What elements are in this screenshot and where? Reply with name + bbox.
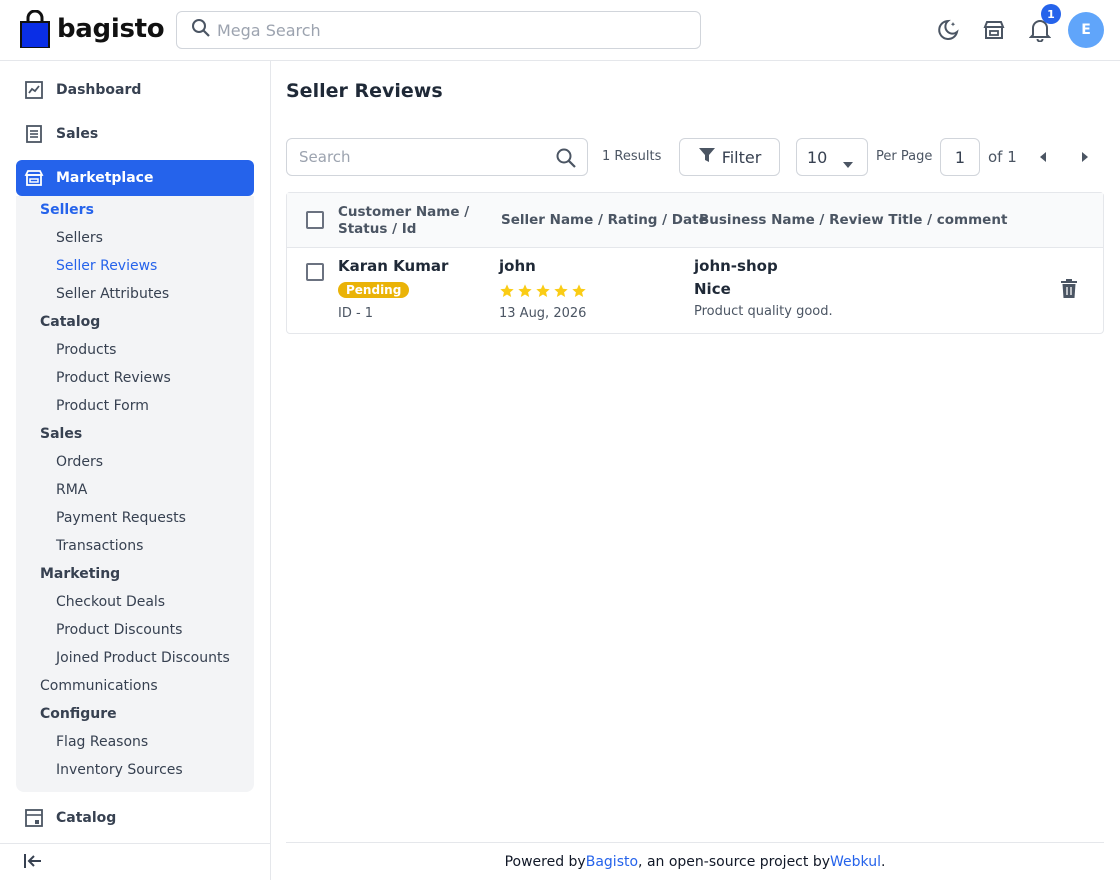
delete-icon[interactable] — [1059, 278, 1079, 300]
caret-down-icon — [843, 154, 853, 173]
review-id: ID - 1 — [338, 306, 374, 321]
row-checkbox[interactable] — [306, 263, 324, 281]
collapse-sidebar-icon[interactable] — [22, 850, 44, 872]
star-icon — [554, 284, 568, 297]
sidebar-item-dashboard[interactable]: Dashboard — [16, 72, 254, 108]
bagisto-link[interactable]: Bagisto — [586, 854, 638, 870]
customer-name: Karan Kumar — [338, 257, 449, 275]
shopping-bag-icon — [20, 9, 50, 49]
notification-badge: 1 — [1041, 4, 1061, 24]
submenu-item-product-form[interactable]: Product Form — [56, 398, 149, 414]
dark-mode-icon[interactable] — [935, 17, 961, 43]
submenu-item-checkout-deals[interactable]: Checkout Deals — [56, 594, 165, 610]
submenu-item-seller-attributes[interactable]: Seller Attributes — [56, 286, 169, 302]
star-icon — [572, 284, 586, 297]
submenu-item-product-discounts[interactable]: Product Discounts — [56, 622, 182, 638]
submenu-item-communications[interactable]: Communications — [40, 678, 158, 694]
review-date: 13 Aug, 2026 — [499, 306, 587, 321]
filter-icon — [698, 146, 716, 168]
search-input[interactable] — [299, 148, 549, 166]
dashboard-icon — [24, 80, 44, 100]
marketplace-icon — [24, 168, 44, 188]
submenu-item-orders[interactable]: Orders — [56, 454, 103, 470]
star-icon — [500, 284, 514, 297]
review-comment: Product quality good. — [694, 304, 833, 319]
column-header-business[interactable]: Business Name / Review Title / comment — [699, 212, 1007, 229]
footer-suffix: . — [880, 853, 886, 870]
sidebar-item-sales[interactable]: Sales — [16, 116, 254, 152]
submenu-item-rma[interactable]: RMA — [56, 482, 87, 498]
store-icon[interactable] — [981, 17, 1007, 43]
datagrid-header: Customer Name / Status / Id Seller Name … — [287, 193, 1103, 248]
webkul-link[interactable]: Webkul — [830, 854, 881, 870]
sidebar: Dashboard Sales Marketplace Sellers Sell… — [0, 61, 271, 880]
mega-search[interactable] — [176, 11, 701, 49]
submenu-item-inventory-sources[interactable]: Inventory Sources — [56, 762, 183, 778]
business-name: john-shop — [694, 257, 778, 275]
footer: Powered by Bagisto , an open-source proj… — [286, 842, 1104, 880]
column-header-customer[interactable]: Customer Name / Status / Id — [338, 204, 469, 238]
prev-page-icon[interactable] — [1034, 148, 1052, 166]
sidebar-divider — [0, 843, 270, 844]
top-header: bagisto 1 E — [0, 0, 1120, 61]
column-header-seller[interactable]: Seller Name / Rating / Date — [501, 212, 708, 229]
datagrid-search[interactable] — [286, 138, 588, 176]
page-number-input[interactable] — [940, 138, 980, 176]
submenu-group-catalog[interactable]: Catalog — [40, 314, 100, 330]
submenu-item-payment-requests[interactable]: Payment Requests — [56, 510, 186, 526]
results-count: 1 Results — [602, 149, 662, 164]
column-header-customer-line2: Status / Id — [338, 221, 417, 237]
search-icon — [191, 18, 211, 42]
reviews-datagrid: Customer Name / Status / Id Seller Name … — [286, 192, 1104, 334]
star-icon — [536, 284, 550, 297]
submenu-item-flag-reasons[interactable]: Flag Reasons — [56, 734, 148, 750]
review-title: Nice — [694, 280, 731, 298]
mega-search-input[interactable] — [217, 20, 677, 40]
footer-prefix: Powered by — [504, 853, 586, 870]
seller-name: john — [499, 257, 536, 275]
submenu-group-configure[interactable]: Configure — [40, 706, 117, 722]
sidebar-item-catalog[interactable]: Catalog — [16, 800, 254, 836]
sidebar-item-label: Marketplace — [56, 170, 154, 186]
logo[interactable]: bagisto — [20, 9, 165, 49]
filter-button[interactable]: Filter — [679, 138, 780, 176]
star-icon — [518, 284, 532, 297]
submenu-item-product-reviews[interactable]: Product Reviews — [56, 370, 171, 386]
page-title: Seller Reviews — [286, 80, 443, 102]
logo-text: bagisto — [57, 14, 165, 44]
footer-middle: , an open-source project by — [638, 853, 830, 870]
sidebar-item-label: Dashboard — [56, 82, 142, 98]
page-total-label: of 1 — [988, 148, 1017, 166]
search-icon[interactable] — [555, 147, 577, 173]
submenu-item-seller-reviews[interactable]: Seller Reviews — [56, 258, 157, 274]
avatar[interactable]: E — [1068, 12, 1104, 48]
per-page-value: 10 — [807, 147, 828, 167]
sidebar-item-label: Catalog — [56, 810, 117, 826]
submenu-group-sellers[interactable]: Sellers — [40, 202, 94, 218]
sidebar-item-marketplace[interactable]: Marketplace — [16, 160, 254, 196]
status-badge: Pending — [338, 282, 410, 298]
receipt-icon — [24, 124, 44, 144]
per-page-select[interactable]: 10 — [796, 138, 868, 176]
filter-label: Filter — [721, 147, 762, 167]
submenu-group-marketing[interactable]: Marketing — [40, 566, 120, 582]
column-header-customer-line1: Customer Name / — [338, 204, 470, 220]
sidebar-item-label: Sales — [56, 126, 99, 142]
submenu-item-sellers[interactable]: Sellers — [56, 230, 103, 246]
submenu-item-joined-product-discounts[interactable]: Joined Product Discounts — [56, 650, 230, 666]
per-page-label: Per Page — [876, 149, 933, 164]
next-page-icon[interactable] — [1076, 148, 1094, 166]
submenu-item-transactions[interactable]: Transactions — [56, 538, 143, 554]
submenu-group-sales[interactable]: Sales — [40, 426, 82, 442]
submenu-item-products[interactable]: Products — [56, 342, 116, 358]
select-all-checkbox[interactable] — [306, 211, 324, 229]
catalog-icon — [24, 808, 44, 828]
star-rating — [499, 283, 587, 299]
